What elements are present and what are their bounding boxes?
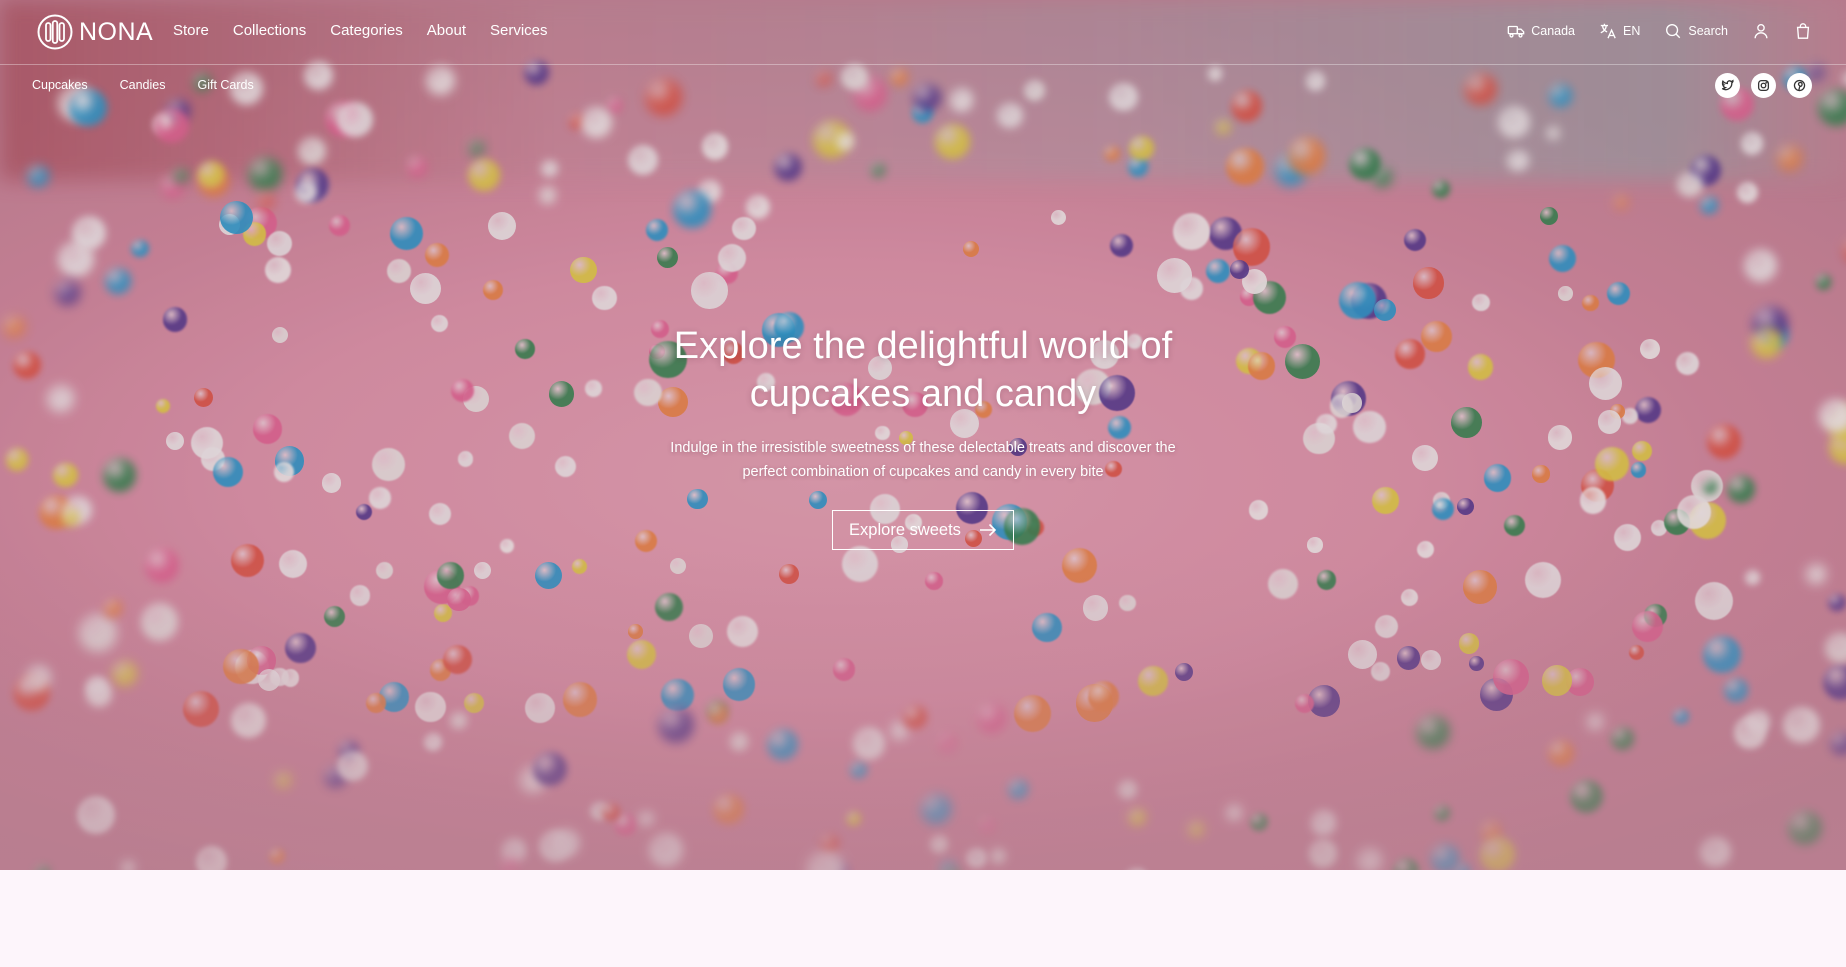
truck-icon [1507,25,1525,38]
user-icon [1754,24,1768,39]
header-utilities: Canada EN Search [1483,22,1812,40]
search-icon [1666,24,1681,39]
subnav-candies[interactable]: Candies [120,78,166,92]
hero-subtext: Indulge in the irresistible sweetness of… [670,440,1176,480]
pinterest-link[interactable] [1787,73,1812,98]
nav-about[interactable]: About [427,22,466,39]
hero-content: Explore the delightful world of cupcakes… [0,322,1846,550]
nona-logo-icon [37,14,73,50]
instagram-link[interactable] [1751,73,1776,98]
top-header: NONA Store Collections Categories About … [0,0,1846,65]
twitter-icon [1721,79,1734,91]
search-label: Search [1688,24,1728,38]
explore-sweets-button[interactable]: Explore sweets [832,510,1014,550]
shopping-bag-icon [1796,23,1810,39]
subnav-gift-cards[interactable]: Gift Cards [197,78,253,92]
subnav-cupcakes[interactable]: Cupcakes [32,78,88,92]
language-selector[interactable]: EN [1599,22,1640,40]
brand-logo[interactable]: NONA [37,14,153,50]
social-links [1715,73,1812,98]
main-nav: Store Collections Categories About Servi… [173,22,572,39]
nav-store[interactable]: Store [173,22,209,39]
category-subnav: Cupcakes Candies Gift Cards [32,78,286,92]
hero-section: NONA Store Collections Categories About … [0,0,1846,870]
explore-sweets-label: Explore sweets [849,520,961,539]
twitter-link[interactable] [1715,73,1740,98]
search-button[interactable]: Search [1664,22,1728,40]
instagram-icon [1757,79,1770,92]
region-label: Canada [1531,24,1576,38]
hero-headline: Explore the delightful world of cupcakes… [673,325,1173,415]
region-selector[interactable]: Canada [1507,22,1575,40]
pinterest-icon [1793,79,1806,92]
nav-collections[interactable]: Collections [233,22,306,39]
language-label: EN [1623,24,1641,38]
brand-name: NONA [79,17,154,46]
account-button[interactable] [1752,22,1770,40]
arrow-right-icon [979,523,997,537]
page-content-area [0,870,1846,967]
cart-button[interactable] [1794,22,1812,40]
translate-icon [1600,23,1616,39]
nav-services[interactable]: Services [490,22,548,39]
nav-categories[interactable]: Categories [330,22,403,39]
